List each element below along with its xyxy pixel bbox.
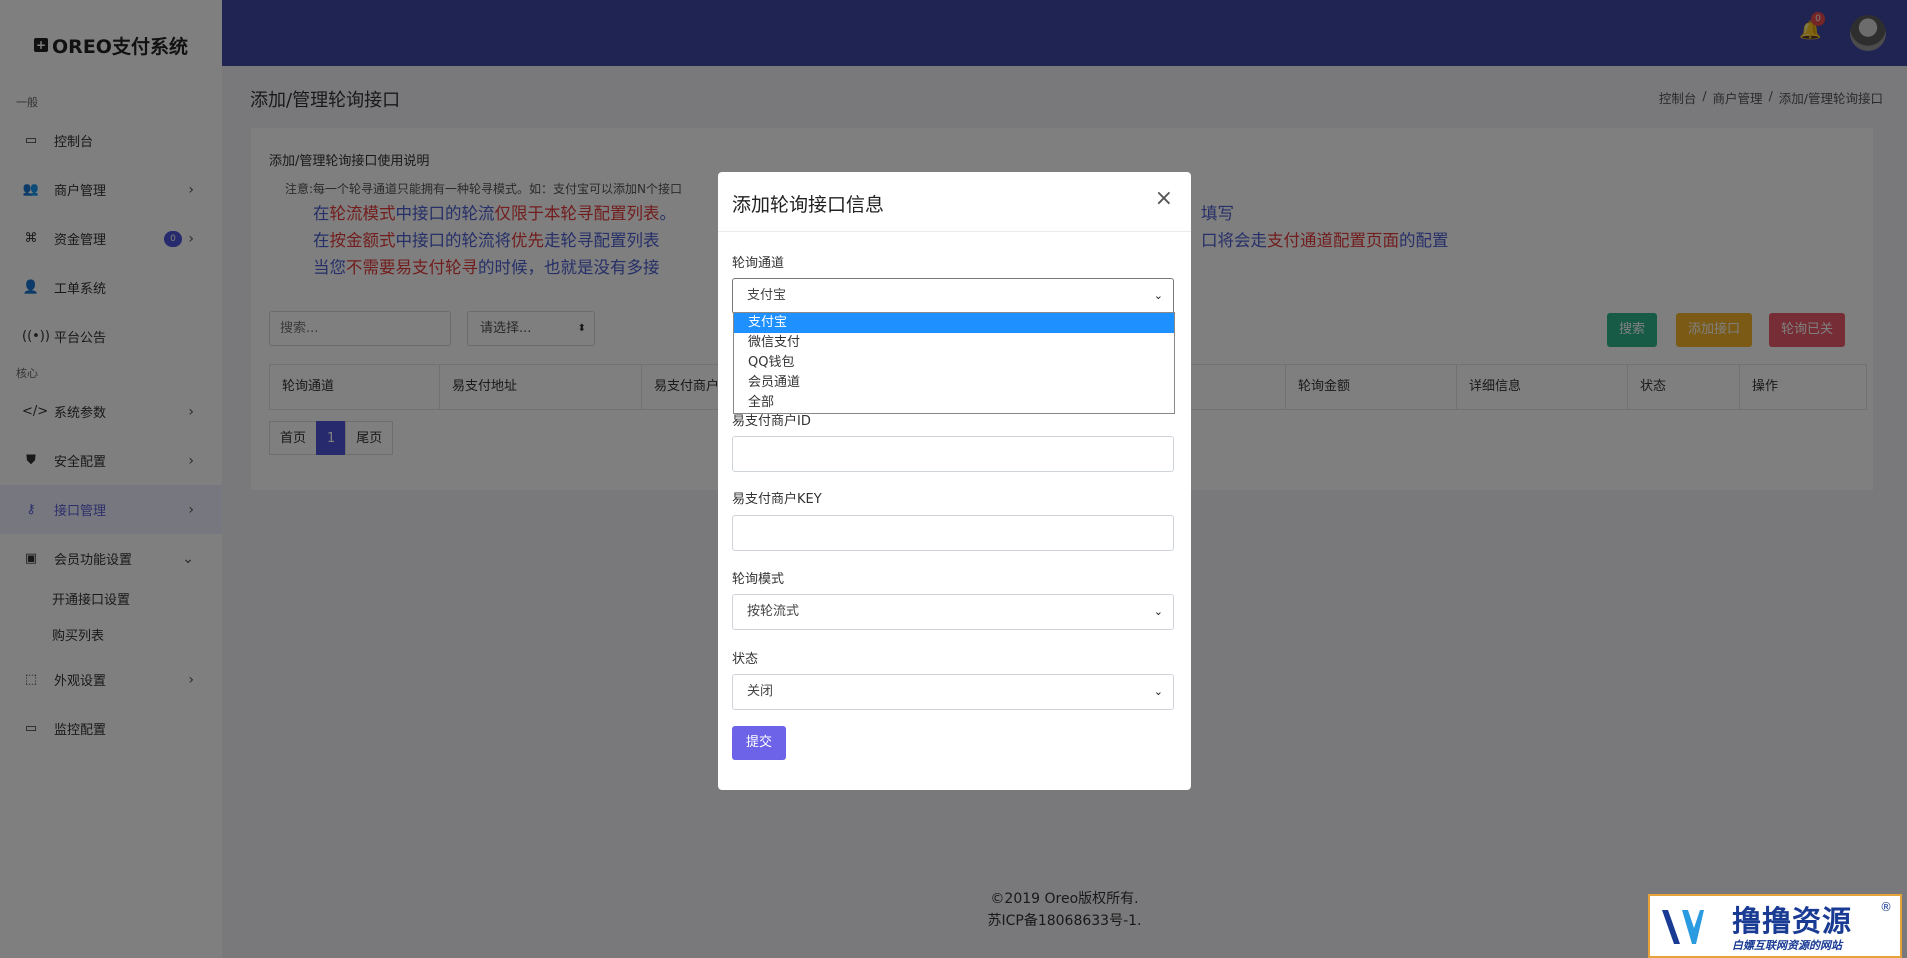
watermark-logo: 撸撸资源 ® 白嫖互联网资源的网站	[1648, 894, 1902, 958]
modal-header: 添加轮询接口信息 ×	[718, 172, 1191, 232]
chevron-down-icon: ⌄	[1153, 605, 1163, 618]
dropdown-option[interactable]: 支付宝	[734, 313, 1174, 333]
status-label: 状态	[732, 652, 759, 667]
dropdown-option[interactable]: 全部	[734, 393, 1174, 413]
mode-select-value: 按轮流式	[747, 604, 800, 619]
channel-label: 轮询通道	[732, 256, 785, 271]
chevron-down-icon: ⌄	[1153, 685, 1163, 698]
mode-label: 轮询模式	[732, 572, 785, 587]
chevron-down-icon: ⌄	[1153, 289, 1163, 302]
dropdown-option[interactable]: QQ钱包	[734, 353, 1174, 373]
registered-mark: ®	[1880, 900, 1892, 914]
close-icon[interactable]: ×	[1155, 186, 1173, 211]
add-polling-modal: 添加轮询接口信息 × 轮询通道 支付宝 ⌄ 易支付商户ID 易支付商户KEY 轮…	[718, 172, 1191, 790]
status-select-value: 关闭	[747, 684, 774, 699]
dropdown-option[interactable]: 会员通道	[734, 373, 1174, 393]
mode-select[interactable]: 按轮流式 ⌄	[732, 594, 1174, 630]
submit-button[interactable]: 提交	[732, 726, 786, 760]
dropdown-option[interactable]: 微信支付	[734, 333, 1174, 353]
modal-title: 添加轮询接口信息	[732, 194, 885, 216]
watermark-title: 撸撸资源	[1732, 904, 1853, 938]
channel-dropdown-list: 支付宝 微信支付 QQ钱包 会员通道 全部	[733, 312, 1175, 414]
merchant-key-input[interactable]	[732, 515, 1174, 551]
merchant-id-input[interactable]	[732, 436, 1174, 472]
channel-select[interactable]: 支付宝 ⌄	[732, 278, 1174, 314]
channel-select-value: 支付宝	[747, 288, 787, 303]
status-select[interactable]: 关闭 ⌄	[732, 674, 1174, 710]
watermark-subtitle: 白嫖互联网资源的网站	[1732, 939, 1842, 952]
watermark-emblem-icon	[1662, 910, 1704, 944]
merchant-key-label: 易支付商户KEY	[732, 492, 822, 507]
